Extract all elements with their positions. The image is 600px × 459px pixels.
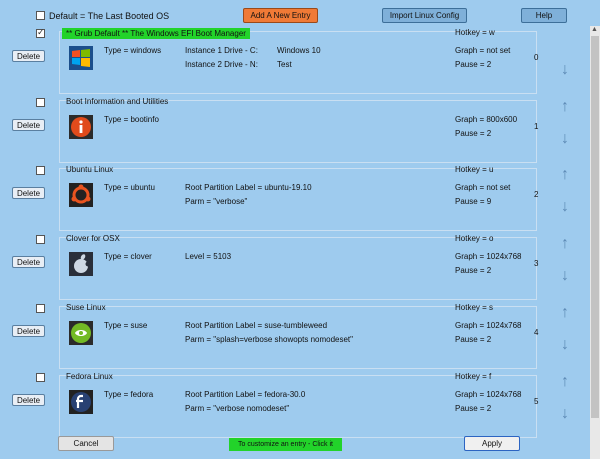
entry-checkbox[interactable] bbox=[36, 373, 45, 382]
entry-name: Clover for OSX bbox=[66, 234, 120, 243]
entry-checkbox[interactable] bbox=[36, 166, 45, 175]
entry-checkbox[interactable] bbox=[36, 304, 45, 313]
entry-graph: Graph = 1024x768 bbox=[455, 252, 522, 261]
boot-entry-0[interactable]: ** Grub Default ** The Windows EFI Boot … bbox=[0, 26, 590, 95]
move-down-icon[interactable]: ↓ bbox=[559, 61, 571, 79]
entry-checkbox[interactable] bbox=[36, 98, 45, 107]
scroll-up-icon[interactable]: ▲ bbox=[591, 26, 598, 33]
move-down-icon[interactable]: ↓ bbox=[559, 267, 571, 285]
scrollbar-thumb[interactable] bbox=[591, 36, 599, 418]
entry-pause: Pause = 2 bbox=[455, 266, 492, 275]
entry-detail-1: Root Partition Label = suse-tumbleweed bbox=[185, 321, 328, 330]
entry-detail-2: Parm = "splash=verbose showopts nomodese… bbox=[185, 335, 353, 344]
cancel-button[interactable]: Cancel bbox=[58, 436, 114, 451]
entry-checkbox[interactable] bbox=[36, 235, 45, 244]
import-linux-config-button[interactable]: Import Linux Config bbox=[382, 8, 467, 23]
delete-button[interactable]: Delete bbox=[12, 256, 45, 268]
entry-index: 1 bbox=[534, 122, 539, 131]
move-up-icon[interactable]: ↑ bbox=[559, 373, 571, 391]
move-down-icon[interactable]: ↓ bbox=[559, 130, 571, 148]
entry-name: Boot Information and Utilities bbox=[66, 97, 169, 106]
entry-detail-1: Root Partition Label = ubuntu-19.10 bbox=[185, 183, 312, 192]
status-message: To customize an entry - Click it bbox=[229, 438, 342, 451]
entry-index: 2 bbox=[534, 190, 539, 199]
entry-detail-1: Level = 5103 bbox=[185, 252, 232, 261]
entry-graph: Graph = 1024x768 bbox=[455, 321, 522, 330]
move-down-icon[interactable]: ↓ bbox=[559, 336, 571, 354]
move-down-icon[interactable]: ↓ bbox=[559, 405, 571, 423]
boot-entry-4[interactable]: Suse Linux Delete Type = suse Root Parti… bbox=[0, 301, 590, 370]
move-up-icon[interactable]: ↑ bbox=[559, 98, 571, 116]
entry-name: Fedora Linux bbox=[66, 372, 113, 381]
entry-hotkey: Hotkey = f bbox=[455, 372, 492, 381]
move-up-icon[interactable]: ↑ bbox=[559, 304, 571, 322]
entry-graph: Graph = not set bbox=[455, 46, 511, 55]
entry-graph: Graph = 1024x768 bbox=[455, 390, 522, 399]
entry-graph: Graph = 800x600 bbox=[455, 115, 518, 124]
entry-type: Type = clover bbox=[104, 252, 152, 261]
delete-button[interactable]: Delete bbox=[12, 325, 45, 337]
entry-pause: Pause = 2 bbox=[455, 129, 492, 138]
entry-graph: Graph = not set bbox=[455, 183, 511, 192]
entry-pause: Pause = 2 bbox=[455, 60, 492, 69]
apply-button[interactable]: Apply bbox=[464, 436, 520, 451]
entry-name: Suse Linux bbox=[66, 303, 106, 312]
delete-button[interactable]: Delete bbox=[12, 394, 45, 406]
suse-icon bbox=[69, 321, 93, 345]
apple-icon bbox=[69, 252, 93, 276]
entry-detail-2: Parm = "verbose nomodeset" bbox=[185, 404, 290, 413]
delete-button[interactable]: Delete bbox=[12, 119, 45, 131]
entry-detail-2: Parm = "verbose" bbox=[185, 197, 248, 206]
ubuntu-icon bbox=[69, 183, 93, 207]
entry-pause: Pause = 2 bbox=[455, 335, 492, 344]
entry-index: 0 bbox=[534, 53, 539, 62]
entry-checkbox[interactable] bbox=[36, 27, 45, 38]
entry-type: Type = windows bbox=[104, 46, 162, 55]
fedora-icon bbox=[69, 390, 93, 414]
entry-index: 4 bbox=[534, 328, 539, 337]
entry-pause: Pause = 2 bbox=[455, 404, 492, 413]
delete-button[interactable]: Delete bbox=[12, 50, 45, 62]
entry-hotkey: Hotkey = o bbox=[455, 234, 494, 243]
delete-button[interactable]: Delete bbox=[12, 187, 45, 199]
entry-detail-3: Windows 10 bbox=[277, 46, 321, 55]
boot-entry-5[interactable]: Fedora Linux Delete Type = fedora Root P… bbox=[0, 370, 590, 439]
add-new-entry-button[interactable]: Add A New Entry bbox=[243, 8, 318, 23]
entry-type: Type = suse bbox=[104, 321, 148, 330]
entry-name: Ubuntu Linux bbox=[66, 165, 114, 174]
move-up-icon[interactable]: ↑ bbox=[559, 166, 571, 184]
default-checkbox[interactable] bbox=[36, 11, 45, 20]
entry-index: 3 bbox=[534, 259, 539, 268]
move-up-icon[interactable]: ↑ bbox=[559, 235, 571, 253]
entry-index: 5 bbox=[534, 397, 539, 406]
entry-type: Type = bootinfo bbox=[104, 115, 159, 124]
vertical-scrollbar[interactable]: ▲ bbox=[590, 26, 600, 459]
boot-entry-2[interactable]: Ubuntu Linux Delete Type = ubuntu Root P… bbox=[0, 163, 590, 232]
entry-detail-4: Test bbox=[277, 60, 292, 69]
help-button[interactable]: Help bbox=[521, 8, 567, 23]
windows-icon bbox=[69, 46, 93, 70]
boot-entry-1[interactable]: Boot Information and Utilities Delete Ty… bbox=[0, 95, 590, 164]
entry-type: Type = ubuntu bbox=[104, 183, 155, 192]
top-bar: Default = The Last Booted OS Add A New E… bbox=[0, 0, 600, 26]
entry-name: ** Grub Default ** The Windows EFI Boot … bbox=[62, 28, 250, 39]
boot-entry-3[interactable]: Clover for OSX Delete Type = clover Leve… bbox=[0, 232, 590, 301]
entry-detail-1: Root Partition Label = fedora-30.0 bbox=[185, 390, 306, 399]
entry-hotkey: Hotkey = w bbox=[455, 28, 495, 37]
entry-type: Type = fedora bbox=[104, 390, 154, 399]
entry-hotkey: Hotkey = u bbox=[455, 165, 494, 174]
entry-pause: Pause = 9 bbox=[455, 197, 492, 206]
info-icon bbox=[69, 115, 93, 139]
move-down-icon[interactable]: ↓ bbox=[559, 198, 571, 216]
entry-hotkey: Hotkey = s bbox=[455, 303, 494, 312]
entry-detail-2: Instance 2 Drive - N: bbox=[185, 60, 258, 69]
default-label: Default = The Last Booted OS bbox=[49, 11, 170, 21]
entry-detail-1: Instance 1 Drive - C: bbox=[185, 46, 258, 55]
